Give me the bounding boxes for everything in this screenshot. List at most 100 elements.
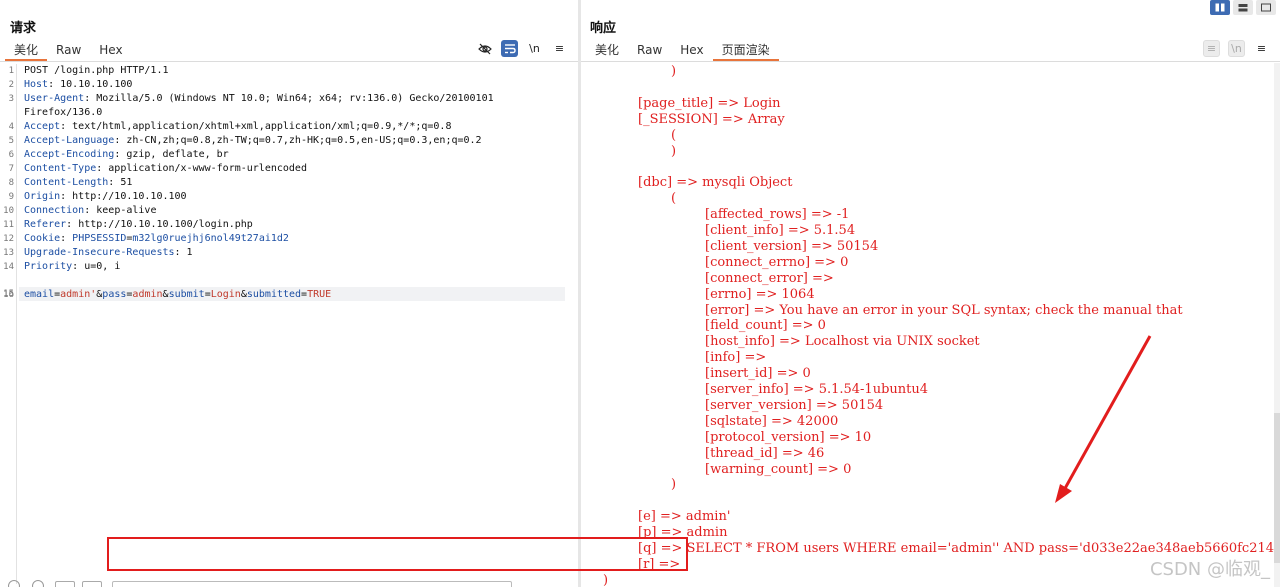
line-number: 6 — [8, 150, 14, 160]
line-text: email=admin'&pass=admin&submit=Login&sub… — [24, 288, 331, 302]
render-line: [dbc] => mysqli Object — [638, 175, 793, 191]
render-line: [host_info] => Localhost via UNIX socket — [705, 334, 980, 350]
render-line: ) — [671, 143, 677, 159]
line-text: Origin: http://10.10.10.100 — [24, 190, 187, 204]
token: Accept-Encoding — [24, 149, 115, 160]
line-text: Host: 10.10.10.100 — [24, 78, 132, 92]
token: : u=0, i — [72, 261, 121, 272]
split-columns-icon[interactable] — [1210, 0, 1230, 15]
settings-icon[interactable] — [32, 580, 44, 587]
token: Connection — [24, 205, 85, 216]
line-number: 5 — [8, 136, 14, 146]
line-number: 10 — [3, 206, 14, 216]
request-line: 11 Referer: http://10.10.10.100/login.php — [0, 218, 578, 232]
hide-eye-icon[interactable] — [476, 40, 493, 57]
response-tab-hex[interactable]: Hex — [671, 41, 712, 61]
help-icon[interactable] — [8, 580, 20, 587]
token: Upgrade-Insecure-Requests — [24, 247, 175, 258]
next-match-button[interactable] — [82, 581, 102, 587]
request-tab-hex[interactable]: Hex — [90, 41, 131, 61]
line-number: 3 — [8, 94, 14, 104]
menu-icon[interactable]: ≡ — [551, 40, 568, 57]
token: : 10.10.10.100 — [48, 79, 133, 90]
render-line: [client_version] => 50154 — [705, 238, 879, 254]
render-line: [affected_rows] => -1 — [705, 207, 850, 223]
response-title: 响应 — [590, 21, 617, 36]
render-line: ) — [671, 64, 677, 79]
request-tab-raw[interactable]: Raw — [47, 41, 90, 61]
render-line: ( — [671, 191, 677, 207]
render-line: [warning_count] => 0 — [705, 461, 852, 477]
render-line: [field_count] => 0 — [705, 318, 826, 334]
single-pane-icon[interactable] — [1256, 0, 1276, 15]
token: Login — [210, 289, 241, 300]
layout-switch — [1210, 0, 1276, 15]
render-line: [thread_id] => 46 — [705, 445, 825, 461]
response-toolbar: ≡ \n ≡ — [1203, 40, 1270, 57]
render-line: [connect_errno] => 0 — [705, 254, 849, 270]
request-tab-pretty[interactable]: 美化 — [5, 41, 48, 61]
render-line: [error] => You have an error in your SQL… — [705, 302, 1183, 318]
word-wrap-icon[interactable]: ≡ — [1203, 40, 1220, 57]
request-line: 5 Accept-Language: zh-CN,zh;q=0.8,zh-TW;q… — [0, 134, 578, 148]
line-number: 8 — [8, 178, 14, 188]
token: : Mozilla/5.0 (Windows NT 10.0; Win64; x… — [84, 93, 494, 104]
token: admin — [132, 289, 163, 300]
line-number: 1 — [8, 66, 14, 76]
line-text: Priority: u=0, i — [24, 260, 120, 274]
token: : 1 — [174, 247, 193, 258]
request-line: 7 Content-Type: application/x-www-form-ur… — [0, 162, 578, 176]
response-tab-divider — [581, 61, 1280, 62]
render-line: ) — [603, 572, 609, 587]
token: : 51 — [108, 177, 133, 188]
prev-match-button[interactable] — [55, 581, 75, 587]
line-text: User-Agent: Mozilla/5.0 (Windows NT 10.0… — [24, 92, 494, 106]
token: submit — [168, 289, 205, 300]
render-line: [e] => admin' — [638, 509, 731, 525]
request-line: 2 Host: 10.10.10.100 — [0, 78, 578, 92]
line-text: Accept-Encoding: gzip, deflate, br — [24, 148, 229, 162]
line-number: 14 — [3, 262, 14, 272]
line-text: Firefox/136.0 — [24, 106, 102, 120]
word-wrap-icon[interactable] — [501, 40, 518, 57]
split-rows-icon[interactable] — [1233, 0, 1253, 15]
token: : text/html,application/xhtml+xml,applic… — [60, 121, 452, 132]
token: Accept — [24, 121, 61, 132]
scrollbar-thumb[interactable] — [1274, 413, 1280, 563]
request-title: 请求 — [10, 21, 37, 36]
response-tab-render[interactable]: 页面渲染 — [712, 41, 779, 61]
request-tab-divider — [0, 61, 578, 62]
line-text: Cookie: PHPSESSID=m32lg0ruejhj6nol49t27a… — [24, 232, 289, 246]
token: POST /login.php HTTP/1.1 — [24, 65, 169, 76]
render-line: [server_info] => 5.1.54-1ubuntu4 — [705, 382, 929, 397]
line-text: Accept: text/html,application/xhtml+xml,… — [24, 120, 451, 134]
request-line: 1 POST /login.php HTTP/1.1 — [0, 64, 578, 78]
line-text: Referer: http://10.10.10.100/login.php — [24, 218, 253, 232]
render-line: [connect_error] => — [705, 270, 834, 286]
response-tab-raw[interactable]: Raw — [628, 41, 671, 61]
response-pane: 响应 美化 Raw Hex 页面渲染 ≡ \n ≡ ) [page_title] … — [581, 0, 1280, 587]
request-line: 9 Origin: http://10.10.10.100 — [0, 190, 578, 204]
token: Cookie — [24, 233, 61, 244]
request-line: Firefox/136.0 — [0, 106, 578, 120]
render-line: ( — [671, 127, 677, 143]
render-scrollbar[interactable] — [1274, 63, 1280, 587]
response-tab-pretty[interactable]: 美化 — [586, 41, 628, 61]
token: : application/x-www-form-urlencoded — [96, 163, 307, 174]
search-input[interactable] — [112, 581, 512, 587]
line-number: 7 — [8, 164, 14, 174]
newline-toggle-icon[interactable]: \n — [1228, 40, 1245, 57]
token: : keep-alive — [84, 205, 157, 216]
line-number: 12 — [3, 234, 14, 244]
line-number: 16 — [3, 290, 14, 300]
request-tabs: 美化 Raw Hex — [5, 41, 132, 61]
token: Origin — [24, 191, 61, 202]
token: m32lg0ruejhj6nol49t27ai1d2 — [132, 233, 289, 244]
newline-toggle-icon[interactable]: \n — [526, 40, 543, 57]
menu-icon[interactable]: ≡ — [1253, 40, 1270, 57]
line-text: Content-Type: application/x-www-form-url… — [24, 162, 307, 176]
line-text: Connection: keep-alive — [24, 204, 156, 218]
token: User-Agent — [24, 93, 85, 104]
request-search-bar — [0, 578, 578, 587]
token: : http://10.10.10.100/login.php — [66, 219, 253, 230]
